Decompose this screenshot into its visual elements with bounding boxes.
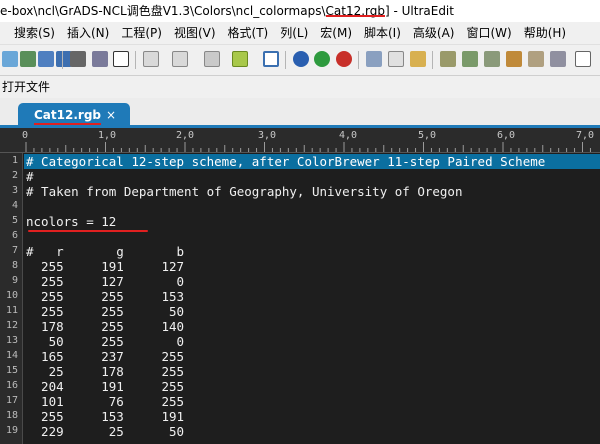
menu-format[interactable]: 格式(T) — [222, 22, 275, 44]
line-number: 9 — [11, 275, 18, 286]
image-icon[interactable] — [20, 51, 36, 67]
ruler-label: 2,0 — [176, 130, 195, 141]
settings-icon[interactable] — [550, 51, 566, 67]
code-line[interactable]: 101 76 255 — [26, 394, 184, 409]
ruler-label: 1,0 — [98, 130, 117, 141]
code-line[interactable]: 255 191 127 — [26, 259, 184, 274]
code-line[interactable]: # r g b — [26, 244, 184, 259]
menu-view[interactable]: 视图(V) — [168, 22, 222, 44]
copy-icon[interactable] — [388, 51, 404, 67]
menu-column[interactable]: 列(L) — [274, 22, 314, 44]
cut-icon[interactable] — [366, 51, 382, 67]
tab-strip: Cat12.rgb × — [0, 98, 600, 128]
code-line[interactable]: ncolors = 12 — [26, 214, 116, 229]
line-number: 7 — [11, 245, 18, 256]
line-number: 10 — [5, 290, 18, 301]
print-preview-icon[interactable] — [92, 51, 108, 67]
code-line[interactable]: 165 237 255 — [26, 349, 184, 364]
menu-search[interactable]: 搜索(S) — [0, 22, 61, 44]
code-line[interactable]: 229 25 50 — [26, 424, 184, 439]
menu-help[interactable]: 帮助(H) — [518, 22, 572, 44]
line-number: 18 — [5, 410, 18, 421]
editor-text-area[interactable]: # Categorical 12-step scheme, after Colo… — [24, 153, 600, 444]
find-prev-icon[interactable] — [484, 51, 500, 67]
ruler-label: 5,0 — [418, 130, 437, 141]
code-line[interactable]: 255 255 50 — [26, 304, 184, 319]
menu-bar: 搜索(S) 插入(N) 工程(P) 视图(V) 格式(T) 列(L) 宏(M) 脚本(I) 高级… — [0, 22, 600, 45]
menu-window[interactable]: 窗口(W) — [460, 22, 517, 44]
ruler-label: 6,0 — [497, 130, 516, 141]
menu-insert[interactable]: 插入(N) — [61, 22, 115, 44]
line-number: 11 — [5, 305, 18, 316]
code-line[interactable]: 255 153 191 — [26, 409, 184, 424]
open-folder-icon[interactable] — [2, 51, 18, 67]
annotation-underline — [28, 230, 148, 232]
open-files-label: 打开文件 — [2, 80, 51, 94]
code-line[interactable]: # — [26, 169, 34, 184]
menu-macro[interactable]: 宏(M) — [314, 22, 358, 44]
ruler-label: 3,0 — [258, 130, 277, 141]
ruler-label: 7,0 — [576, 130, 595, 141]
open-files-bar: 打开文件 — [0, 76, 600, 98]
code-line[interactable]: # Categorical 12-step scheme, after Colo… — [24, 154, 600, 169]
code-line[interactable]: 25 178 255 — [26, 364, 184, 379]
format-icon[interactable] — [204, 51, 220, 67]
code-line[interactable]: 178 255 140 — [26, 319, 184, 334]
line-number: 6 — [11, 230, 18, 241]
title-app: ] - UltraEdit — [384, 4, 454, 18]
font-icon[interactable] — [113, 51, 129, 67]
window-titlebar: e-box\ncl\GrADS-NCL调色盘V1.3\Colors\ncl_co… — [0, 0, 600, 22]
tab-cat12[interactable]: Cat12.rgb × — [18, 103, 130, 128]
title-file-name: Cat12.rgb — [325, 4, 385, 18]
line-number: 4 — [11, 200, 18, 211]
tab-label: Cat12.rgb — [34, 103, 101, 127]
line-number: 5 — [11, 215, 18, 226]
paste-icon[interactable] — [410, 51, 426, 67]
code-line[interactable]: 255 255 153 — [26, 289, 184, 304]
line-number: 13 — [5, 335, 18, 346]
title-path: e-box\ncl\GrADS-NCL调色盘V1.3\Colors\ncl_co… — [0, 4, 326, 18]
line-number: 16 — [5, 380, 18, 391]
line-number: 15 — [5, 365, 18, 376]
ruler-label: 0 — [22, 130, 29, 141]
save-icon[interactable] — [38, 51, 54, 67]
toolbar — [0, 45, 600, 76]
menu-advanced[interactable]: 高级(A) — [407, 22, 461, 44]
tools-icon[interactable] — [528, 51, 544, 67]
code-line[interactable]: 255 127 0 — [26, 274, 184, 289]
line-number-gutter: 1 2 3 4 5 6 7 8 9 10 11 12 13 14 15 16 1… — [0, 153, 23, 444]
print-icon[interactable] — [70, 51, 86, 67]
line-number: 12 — [5, 320, 18, 331]
find-icon[interactable] — [440, 51, 456, 67]
word-wrap-icon[interactable] — [263, 51, 279, 67]
internet-icon[interactable] — [293, 51, 309, 67]
line-number: 3 — [11, 185, 18, 196]
ruler-label: 4,0 — [339, 130, 358, 141]
column-ruler: 0 1,0 2,0 3,0 4,0 5,0 6,0 7,0 — [0, 128, 600, 153]
panel-icon[interactable] — [575, 51, 591, 67]
menu-project[interactable]: 工程(P) — [115, 22, 168, 44]
line-number: 14 — [5, 350, 18, 361]
document-icon[interactable] — [172, 51, 188, 67]
add-icon[interactable] — [314, 51, 330, 67]
stop-icon[interactable] — [336, 51, 352, 67]
column-mode-icon[interactable] — [232, 51, 248, 67]
code-line[interactable]: 50 255 0 — [26, 334, 184, 349]
find-next-icon[interactable] — [462, 51, 478, 67]
close-tab-icon[interactable]: × — [106, 103, 116, 127]
code-line[interactable]: # Taken from Department of Geography, Un… — [26, 184, 463, 199]
menu-script[interactable]: 脚本(I) — [358, 22, 407, 44]
code-line[interactable]: 204 191 255 — [26, 379, 184, 394]
list-icon[interactable] — [143, 51, 159, 67]
bookmark-icon[interactable] — [506, 51, 522, 67]
window-title: e-box\ncl\GrADS-NCL调色盘V1.3\Colors\ncl_co… — [0, 0, 454, 22]
line-number: 2 — [11, 170, 18, 181]
line-number: 8 — [11, 260, 18, 271]
line-number: 19 — [5, 425, 18, 436]
line-number: 17 — [5, 395, 18, 406]
line-number: 1 — [11, 155, 18, 166]
